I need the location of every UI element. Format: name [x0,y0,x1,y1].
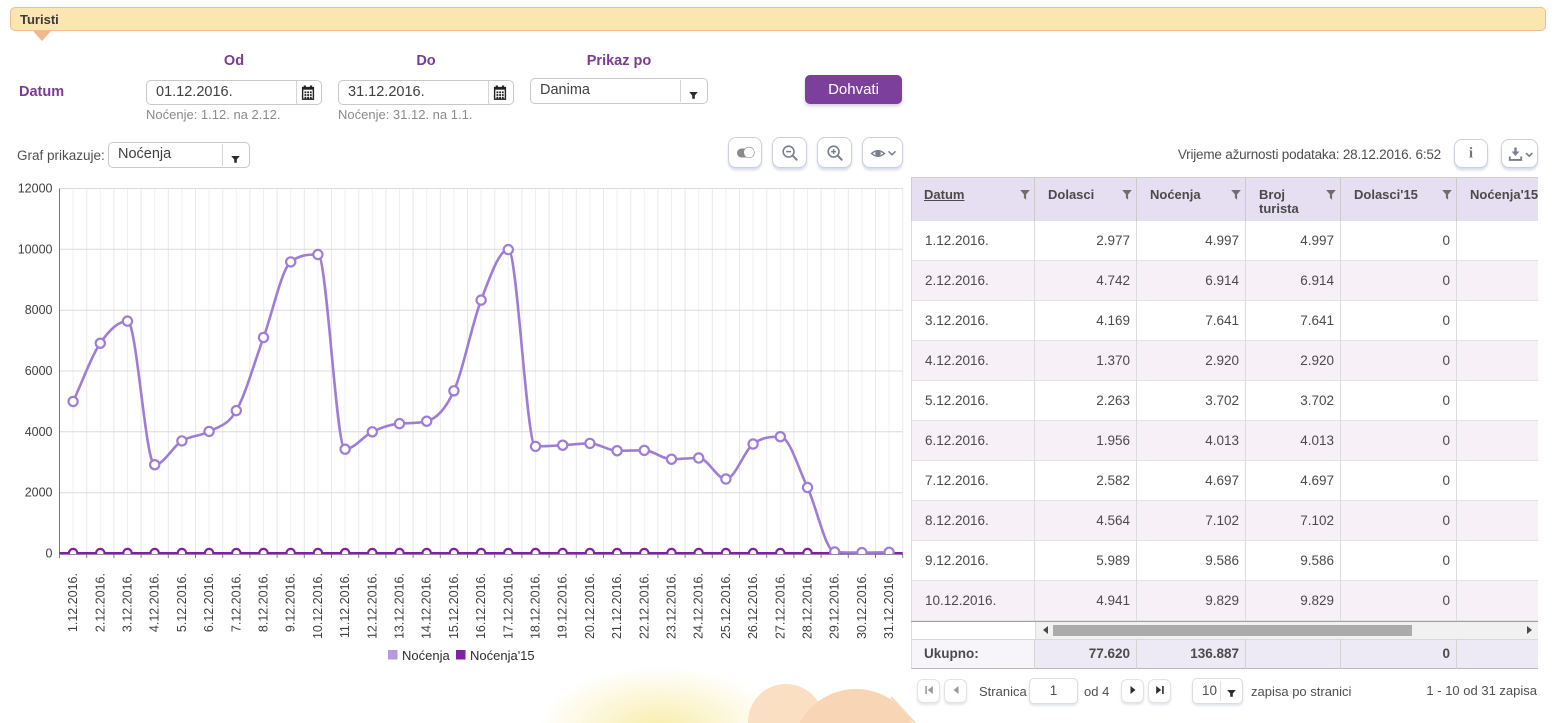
svg-text:8000: 8000 [25,303,53,317]
svg-text:18.12.2016.: 18.12.2016. [529,573,543,639]
svg-text:19.12.2016.: 19.12.2016. [556,573,570,639]
svg-text:1.12.2016.: 1.12.2016. [66,573,80,632]
svg-text:5.12.2016.: 5.12.2016. [175,573,189,632]
svg-text:22.12.2016.: 22.12.2016. [637,573,651,639]
svg-text:23.12.2016.: 23.12.2016. [665,573,679,639]
svg-text:Noćenja: Noćenja [402,648,450,663]
svg-text:14.12.2016.: 14.12.2016. [420,573,434,639]
svg-text:13.12.2016.: 13.12.2016. [393,573,407,639]
svg-text:24.12.2016.: 24.12.2016. [692,573,706,639]
svg-text:Noćenja'15: Noćenja'15 [470,648,535,663]
svg-text:17.12.2016.: 17.12.2016. [501,573,515,639]
svg-text:2000: 2000 [25,486,53,500]
svg-text:7.12.2016.: 7.12.2016. [229,573,243,632]
svg-text:16.12.2016.: 16.12.2016. [474,573,488,639]
svg-text:6.12.2016.: 6.12.2016. [202,573,216,632]
svg-text:21.12.2016.: 21.12.2016. [610,573,624,639]
svg-text:4000: 4000 [25,425,53,439]
svg-text:11.12.2016.: 11.12.2016. [338,573,352,638]
svg-text:0: 0 [46,547,53,561]
svg-text:6000: 6000 [25,364,53,378]
svg-text:12.12.2016.: 12.12.2016. [365,573,379,639]
svg-text:20.12.2016.: 20.12.2016. [583,573,597,639]
svg-text:28.12.2016.: 28.12.2016. [801,573,815,639]
svg-text:30.12.2016.: 30.12.2016. [855,573,869,639]
svg-text:12000: 12000 [18,182,53,196]
svg-text:29.12.2016.: 29.12.2016. [828,573,842,639]
svg-text:26.12.2016.: 26.12.2016. [746,573,760,639]
svg-text:10000: 10000 [18,242,53,256]
svg-text:31.12.2016.: 31.12.2016. [882,573,896,639]
svg-text:8.12.2016.: 8.12.2016. [257,573,271,632]
svg-text:27.12.2016.: 27.12.2016. [773,573,787,639]
svg-text:4.12.2016.: 4.12.2016. [148,573,162,632]
svg-text:9.12.2016.: 9.12.2016. [284,573,298,632]
svg-text:3.12.2016.: 3.12.2016. [121,573,135,632]
svg-text:2.12.2016.: 2.12.2016. [93,573,107,632]
svg-text:25.12.2016.: 25.12.2016. [719,573,733,639]
svg-text:15.12.2016.: 15.12.2016. [447,573,461,639]
svg-text:10.12.2016.: 10.12.2016. [311,573,325,639]
